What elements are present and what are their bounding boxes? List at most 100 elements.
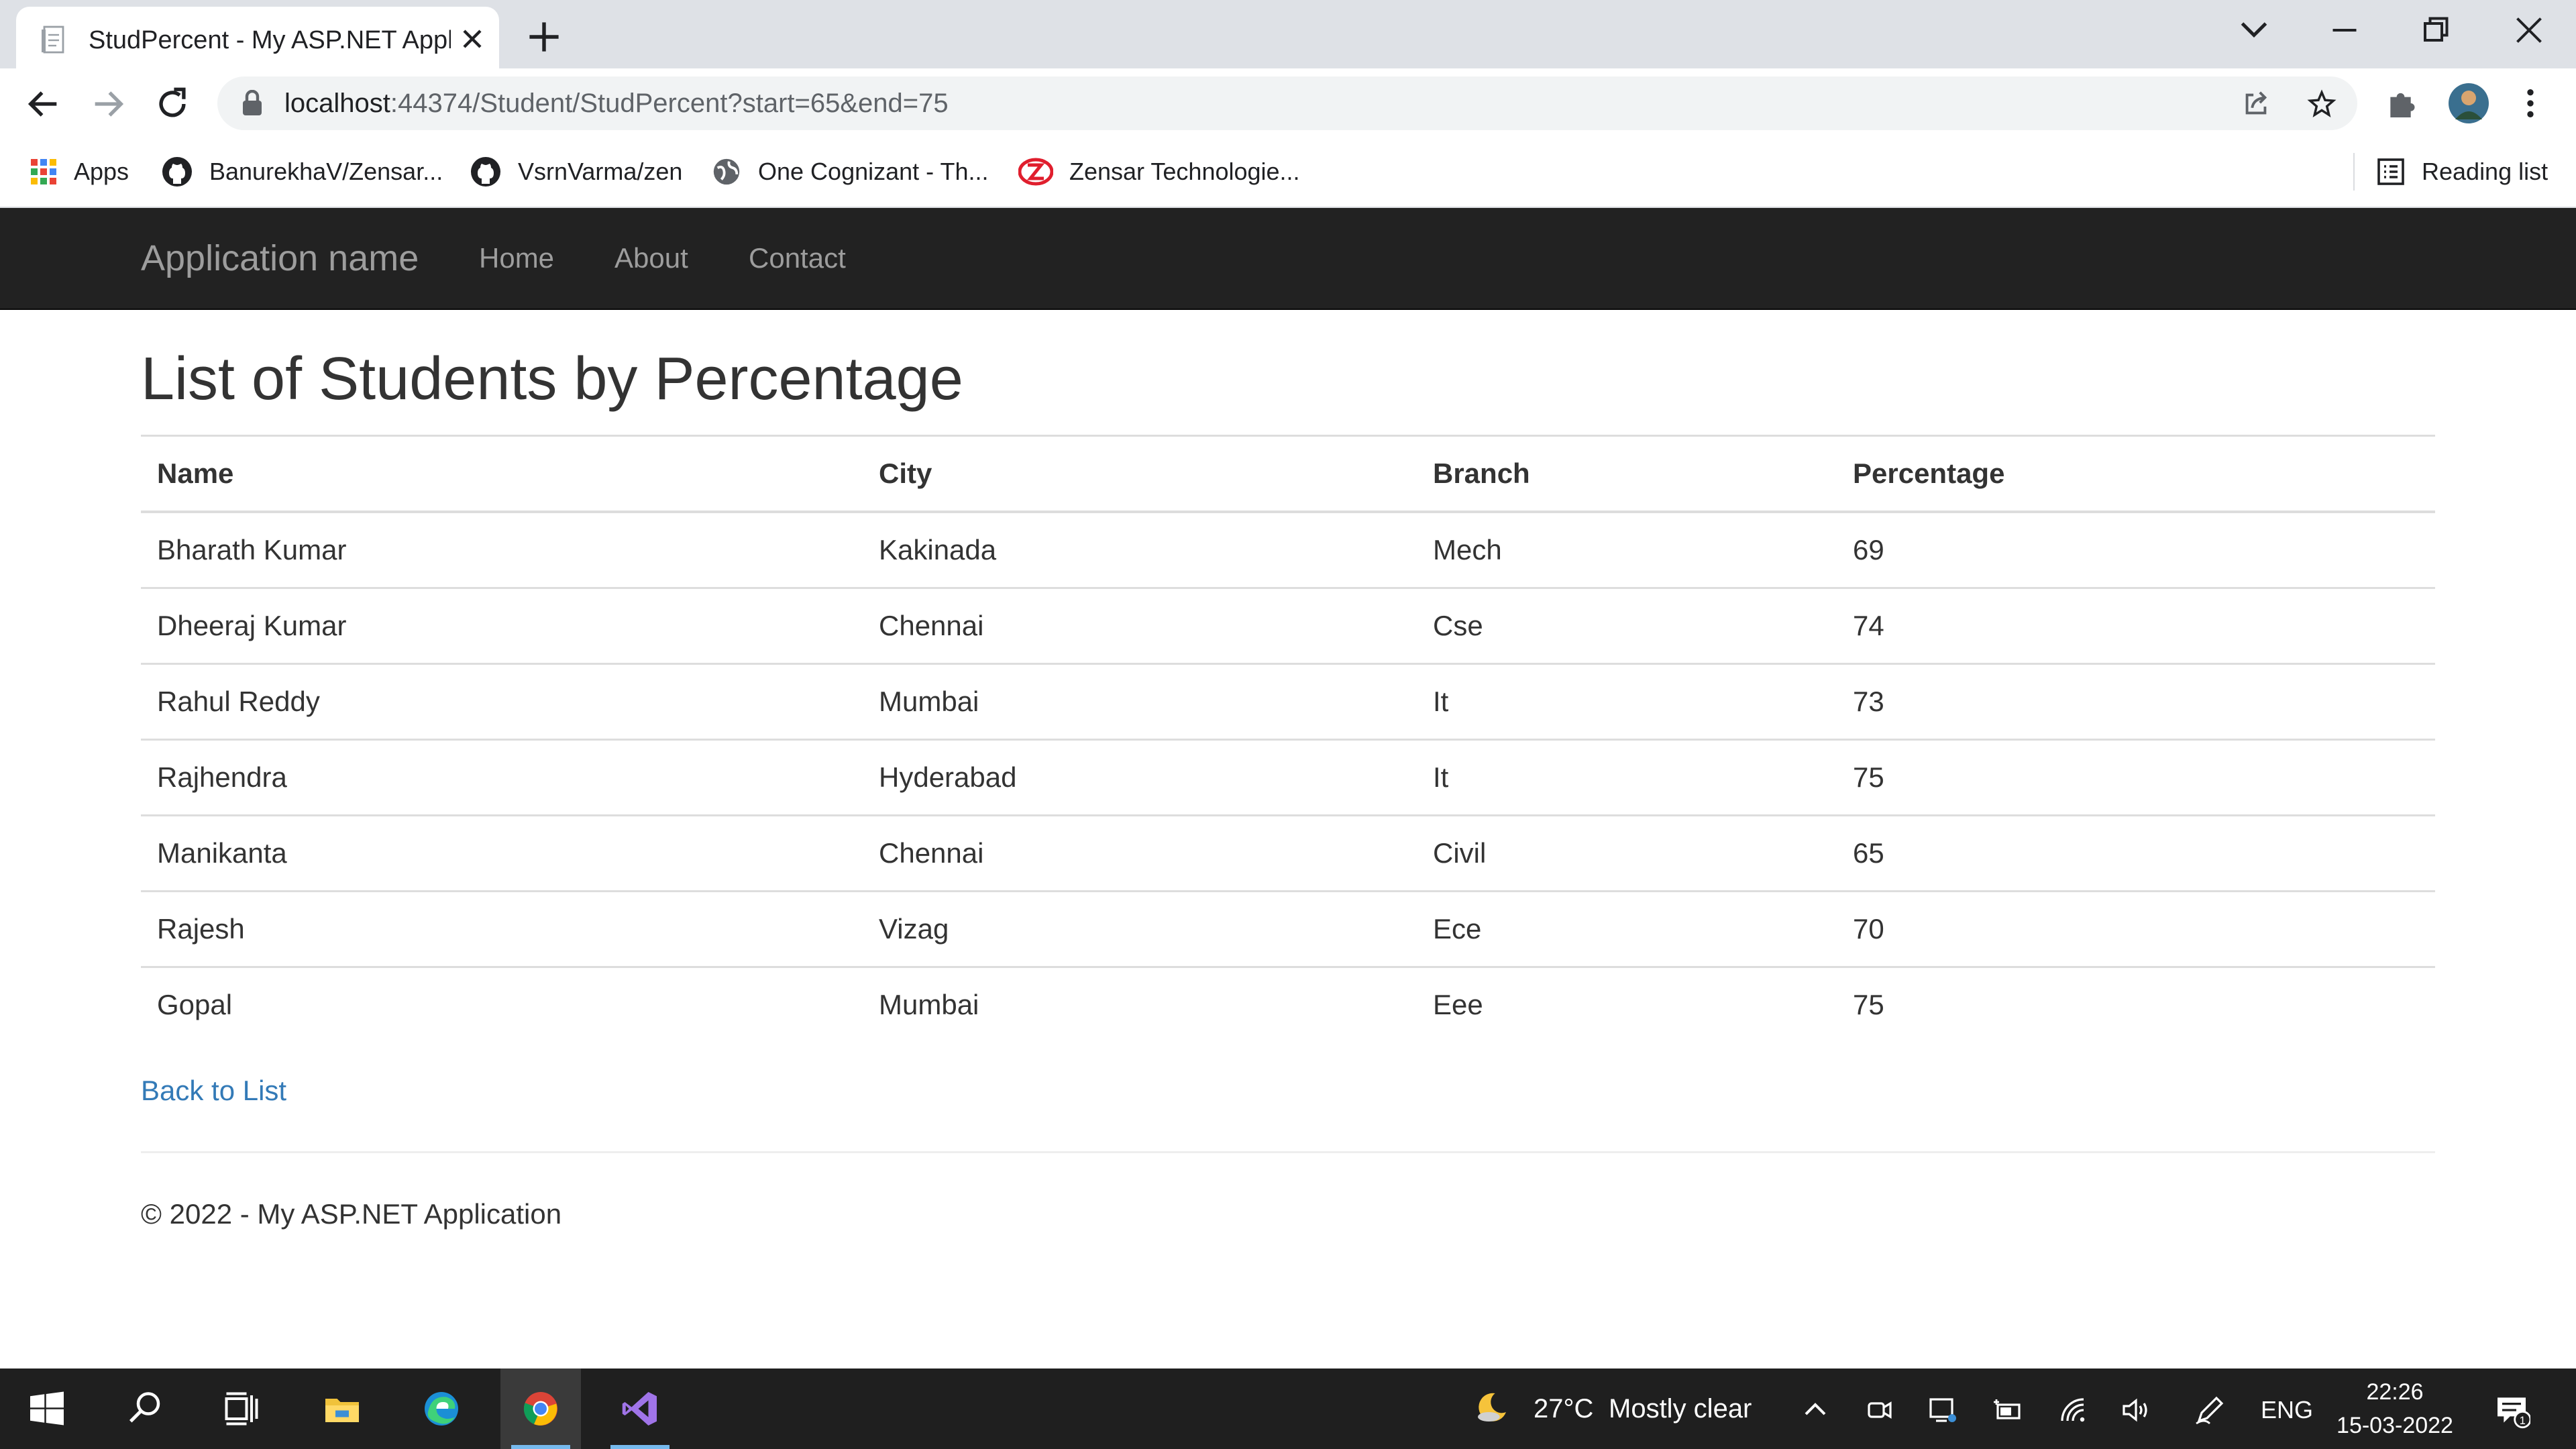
show-hidden-icons-chevron-icon[interactable]: [1799, 1394, 1831, 1426]
edge-icon: [425, 1392, 458, 1426]
profile-avatar[interactable]: [2447, 82, 2490, 125]
bookmark-label: One Cognizant - Th...: [758, 158, 989, 185]
cell-percentage: 73: [1837, 663, 2435, 740]
weather-moon-icon[interactable]: [1473, 1389, 1511, 1426]
bookmark-banurekha[interactable]: BanurekhaV/Zensar...: [161, 154, 443, 189]
column-header-name: Name: [141, 435, 863, 513]
cell-city: Chennai: [863, 814, 1417, 892]
pen-workspace-icon[interactable]: [2194, 1394, 2226, 1426]
cell-percentage: 75: [1837, 739, 2435, 816]
task-view-icon: [225, 1392, 258, 1426]
weather-condition[interactable]: Mostly clear: [1609, 1391, 1752, 1426]
chrome-menu-icon[interactable]: [2512, 85, 2549, 122]
cell-name: Rajesh: [141, 890, 863, 967]
search-icon: [129, 1392, 160, 1423]
table-row: Gopal Mumbai Eee 75: [141, 966, 2435, 1042]
bookmarks-bar: Apps BanurekhaV/Zensar... VsrnVarma/zen …: [0, 138, 2576, 208]
extensions-puzzle-icon[interactable]: [2384, 85, 2422, 122]
table-row: Rajesh Vizag Ece 70: [141, 890, 2435, 967]
tab-strip: StudPercent - My ASP.NET Applic: [0, 0, 2576, 68]
bookmark-label: Zensar Technologie...: [1069, 158, 1300, 185]
cell-city: Hyderabad: [863, 739, 1417, 816]
cell-branch: Mech: [1417, 511, 1837, 588]
file-explorer-button[interactable]: [302, 1368, 382, 1449]
browser-tab[interactable]: StudPercent - My ASP.NET Applic: [16, 7, 499, 68]
cell-name: Gopal: [141, 966, 863, 1042]
restore-icon[interactable]: [2415, 13, 2455, 47]
weather-temperature[interactable]: 27°C: [1534, 1391, 1593, 1426]
notification-center-icon[interactable]: 1: [2493, 1391, 2530, 1429]
table-header-row: Name City Branch Percentage: [141, 435, 2435, 513]
students-table: Name City Branch Percentage Bharath Kuma…: [141, 435, 2435, 1042]
nav-link-home[interactable]: Home: [479, 237, 554, 279]
url-host: localhost: [284, 89, 390, 118]
chrome-button[interactable]: [500, 1368, 581, 1449]
cell-name: Dheeraj Kumar: [141, 587, 863, 664]
windows-taskbar: 27°C Mostly clear ENG 22:26 15-03-2022 1: [0, 1368, 2576, 1449]
cell-percentage: 65: [1837, 814, 2435, 892]
address-bar[interactable]: localhost:44374/Student/StudPercent?star…: [217, 76, 2357, 130]
reload-icon[interactable]: [153, 85, 192, 123]
close-window-icon[interactable]: [2509, 13, 2549, 47]
cell-name: Bharath Kumar: [141, 511, 863, 588]
task-view-button[interactable]: [201, 1368, 282, 1449]
share-icon[interactable]: [2241, 89, 2271, 119]
wifi-icon[interactable]: [2057, 1394, 2089, 1426]
bookmark-star-icon[interactable]: [2306, 89, 2337, 119]
bookmark-zensar[interactable]: Zensar Technologie...: [1018, 154, 1300, 189]
cell-percentage: 74: [1837, 587, 2435, 664]
cell-city: Mumbai: [863, 966, 1417, 1042]
url-path: :44374/Student/StudPercent?start=65&end=…: [390, 89, 949, 118]
cell-branch: Ece: [1417, 890, 1837, 967]
volume-icon[interactable]: [2120, 1394, 2152, 1426]
bookmark-vsrnvarma[interactable]: VsrnVarma/zen: [470, 154, 682, 189]
globe-icon: [713, 158, 740, 185]
cell-branch: Civil: [1417, 814, 1837, 892]
cell-city: Vizag: [863, 890, 1417, 967]
bookmark-one-cognizant[interactable]: One Cognizant - Th...: [711, 154, 989, 189]
clock-time: 22:26: [2366, 1379, 2424, 1405]
nav-link-contact[interactable]: Contact: [749, 237, 846, 279]
cell-city: Kakinada: [863, 511, 1417, 588]
github-icon: [162, 157, 192, 186]
edge-button[interactable]: [401, 1368, 482, 1449]
new-tab-icon[interactable]: [526, 19, 562, 55]
system-clock[interactable]: 22:26 15-03-2022: [2328, 1375, 2462, 1442]
cell-branch: It: [1417, 663, 1837, 740]
site-navbar: Application name Home About Contact: [0, 208, 2576, 310]
nav-link-about[interactable]: About: [614, 237, 688, 279]
battery-icon[interactable]: [1991, 1394, 2023, 1426]
page-favicon-icon: [42, 25, 64, 54]
meet-now-icon[interactable]: [1864, 1394, 1896, 1426]
back-to-list-link[interactable]: Back to List: [141, 1071, 286, 1111]
cell-name: Rajhendra: [141, 739, 863, 816]
cell-percentage: 69: [1837, 511, 2435, 588]
bookmark-label: Apps: [74, 158, 129, 185]
close-tab-icon[interactable]: [459, 25, 486, 52]
cell-percentage: 70: [1837, 890, 2435, 967]
minimize-icon[interactable]: [2324, 13, 2365, 47]
cell-branch: It: [1417, 739, 1837, 816]
forward-arrow-icon[interactable]: [89, 85, 127, 123]
tab-search-chevron-icon[interactable]: [2234, 13, 2274, 47]
reading-list-label: Reading list: [2422, 158, 2548, 185]
column-header-city: City: [863, 435, 1417, 513]
visual-studio-button[interactable]: [600, 1368, 680, 1449]
display-icon[interactable]: [1927, 1394, 1959, 1426]
url-text[interactable]: localhost:44374/Student/StudPercent?star…: [284, 86, 949, 121]
reading-list-button[interactable]: Reading list: [2376, 154, 2548, 189]
page-footer: © 2022 - My ASP.NET Application: [141, 1198, 562, 1230]
bookmark-apps[interactable]: Apps: [30, 154, 129, 189]
page-title: List of Students by Percentage: [141, 345, 963, 413]
start-button[interactable]: [7, 1368, 87, 1449]
browser-toolbar: localhost:44374/Student/StudPercent?star…: [0, 68, 2576, 138]
back-arrow-icon[interactable]: [24, 85, 63, 123]
cell-name: Manikanta: [141, 814, 863, 892]
input-language[interactable]: ENG: [2261, 1393, 2313, 1428]
table-row: Manikanta Chennai Civil 65: [141, 814, 2435, 892]
github-icon: [471, 157, 500, 186]
navbar-brand[interactable]: Application name: [141, 235, 419, 282]
search-button[interactable]: [105, 1368, 185, 1449]
clock-date: 15-03-2022: [2337, 1413, 2453, 1438]
lock-icon[interactable]: [240, 90, 264, 117]
